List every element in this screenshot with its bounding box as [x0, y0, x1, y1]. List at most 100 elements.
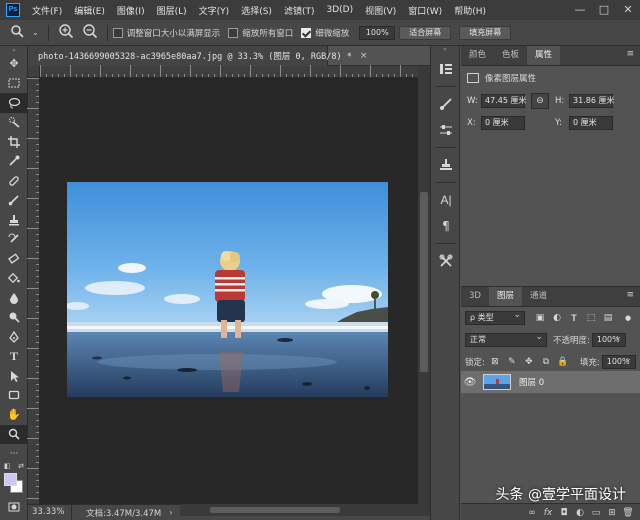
lasso-tool-icon[interactable] [0, 93, 28, 113]
lock-all-icon[interactable]: 🔒 [556, 356, 570, 368]
pen-tool-icon[interactable] [0, 327, 28, 347]
zoom-in-icon[interactable] [54, 23, 78, 42]
default-colors-icon[interactable]: ◧ [4, 462, 11, 470]
blur-tool-icon[interactable] [0, 288, 28, 308]
checkbox-box[interactable] [112, 27, 123, 38]
document-tab[interactable]: photo-1436699005328-ac3965e80aa7.jpg @ 3… [28, 46, 367, 66]
link-layers-icon[interactable]: ∞ [524, 508, 540, 518]
hand-tool-icon[interactable]: ✋ [0, 405, 28, 425]
resize-windows-checkbox[interactable]: 调整窗口大小以满屏显示 [112, 27, 220, 39]
tab-color[interactable]: 颜色 [461, 46, 494, 65]
blend-mode-dropdown[interactable]: 正常 [465, 331, 547, 347]
lock-artboard-icon[interactable]: ⧉ [539, 356, 553, 368]
menu-layer[interactable]: 图层(L) [151, 4, 193, 17]
close-document-icon[interactable]: × [360, 51, 368, 61]
fit-screen-button[interactable]: 适合屏幕 [399, 25, 452, 40]
tab-channels[interactable]: 通道 [522, 287, 555, 306]
paragraph-panel-icon[interactable]: ¶ [431, 213, 461, 239]
eraser-tool-icon[interactable] [0, 249, 28, 269]
strip-grip[interactable]: « [431, 46, 459, 56]
layer-name[interactable]: 图层 0 [519, 376, 544, 388]
zoom-out-icon[interactable] [78, 23, 102, 42]
horizontal-scrollbar-thumb[interactable] [210, 507, 340, 513]
quick-mask-icon[interactable] [0, 498, 28, 518]
history-brush-tool-icon[interactable] [0, 230, 28, 250]
tab-layers[interactable]: 图层 [488, 287, 522, 306]
tools-presets-icon[interactable] [431, 248, 461, 274]
zoom-tool-icon[interactable] [0, 424, 28, 444]
lock-transparent-icon[interactable]: ⊠ [488, 356, 502, 368]
panel-menu-icon[interactable]: ≡ [626, 49, 634, 59]
link-icon[interactable]: ⊖ [531, 93, 549, 109]
tab-swatches[interactable]: 色板 [494, 46, 527, 65]
x-input[interactable]: 0 厘米 [481, 116, 525, 130]
layer-row[interactable]: 👁 图层 0 [461, 371, 640, 393]
menu-window[interactable]: 窗口(W) [402, 4, 448, 17]
clone-stamp-tool-icon[interactable] [0, 210, 28, 230]
menu-type[interactable]: 文字(Y) [193, 4, 236, 17]
chevron-down-icon[interactable]: ⌄ [28, 28, 43, 37]
zoom-all-windows-checkbox[interactable]: 缩放所有窗口 [228, 27, 293, 39]
tab-3d[interactable]: 3D [461, 287, 489, 306]
foreground-color-swatch[interactable] [4, 472, 17, 486]
history-panel-icon[interactable] [431, 56, 461, 82]
checkbox-box-checked[interactable] [301, 27, 312, 38]
filter-pixel-icon[interactable]: ▣ [533, 312, 547, 324]
eyedropper-tool-icon[interactable] [0, 152, 28, 172]
type-tool-icon[interactable]: T [0, 347, 28, 367]
height-input[interactable]: 31.86 厘米 [569, 94, 614, 108]
crop-tool-icon[interactable] [0, 132, 28, 152]
filter-smart-object-icon[interactable]: ▤ [601, 312, 615, 324]
marquee-tool-icon[interactable] [0, 74, 28, 94]
color-swatches[interactable]: ◧ ⇄ [0, 462, 28, 498]
quick-select-tool-icon[interactable] [0, 113, 28, 133]
menu-select[interactable]: 选择(S) [235, 4, 278, 17]
width-input[interactable]: 47.45 厘米 [481, 94, 526, 108]
dodge-tool-icon[interactable] [0, 308, 28, 328]
lock-image-icon[interactable]: ✎ [505, 356, 519, 368]
panel-menu-icon[interactable]: ≡ [626, 290, 634, 300]
move-tool-icon[interactable]: ✥ [0, 54, 28, 74]
scrubby-zoom-checkbox[interactable]: 细微缩放 [301, 27, 349, 39]
filter-shape-icon[interactable]: ⬚ [584, 312, 598, 324]
status-menu-arrow-icon[interactable]: › [169, 508, 172, 517]
new-layer-icon[interactable]: ⊞ [604, 508, 620, 518]
horizontal-ruler[interactable] [40, 65, 418, 78]
vertical-scrollbar-thumb[interactable] [420, 192, 428, 372]
menu-filter[interactable]: 滤镜(T) [278, 4, 321, 17]
character-panel-icon[interactable]: A| [431, 187, 461, 213]
add-style-icon[interactable]: fx [540, 508, 556, 518]
fill-screen-button[interactable]: 填充屏幕 [459, 25, 512, 40]
toolbar-grip[interactable]: » [0, 46, 28, 54]
filter-toggle-icon[interactable]: ● [621, 312, 635, 324]
zoom-percent-input[interactable]: 100% [359, 25, 396, 40]
zoom-tool-preset-icon[interactable] [6, 24, 28, 41]
path-selection-tool-icon[interactable] [0, 366, 28, 386]
ruler-origin[interactable] [28, 66, 40, 78]
clone-source-icon[interactable] [431, 152, 461, 178]
lock-position-icon[interactable]: ✥ [522, 356, 536, 368]
swap-colors-icon[interactable]: ⇄ [18, 462, 24, 470]
menu-view[interactable]: 视图(V) [359, 4, 402, 17]
y-input[interactable]: 0 厘米 [569, 116, 613, 130]
close-window-button[interactable]: ✕ [616, 0, 640, 20]
new-group-icon[interactable]: ▭ [588, 508, 604, 518]
visibility-eye-icon[interactable]: 👁 [461, 377, 479, 388]
horizontal-scrollbar[interactable] [180, 504, 430, 516]
vertical-scrollbar[interactable] [418, 66, 430, 504]
vertical-ruler[interactable] [27, 78, 40, 504]
filter-adjustment-icon[interactable]: ◐ [550, 312, 564, 324]
menu-3d[interactable]: 3D(D) [320, 5, 359, 15]
maximize-button[interactable]: □ [592, 0, 616, 20]
new-adjustment-icon[interactable]: ◐ [572, 508, 588, 518]
adjustments-sliders-icon[interactable] [431, 117, 461, 143]
status-zoom-field[interactable]: 33.33% [28, 504, 72, 520]
menu-file[interactable]: 文件(F) [26, 4, 68, 17]
rectangle-tool-icon[interactable] [0, 386, 28, 406]
opacity-input[interactable]: 100% [591, 331, 626, 347]
fill-input[interactable]: 100% [601, 353, 636, 369]
menu-image[interactable]: 图像(I) [111, 4, 151, 17]
brush-tool-icon[interactable] [0, 191, 28, 211]
document-image[interactable] [67, 182, 388, 397]
checkbox-box[interactable] [228, 27, 239, 38]
